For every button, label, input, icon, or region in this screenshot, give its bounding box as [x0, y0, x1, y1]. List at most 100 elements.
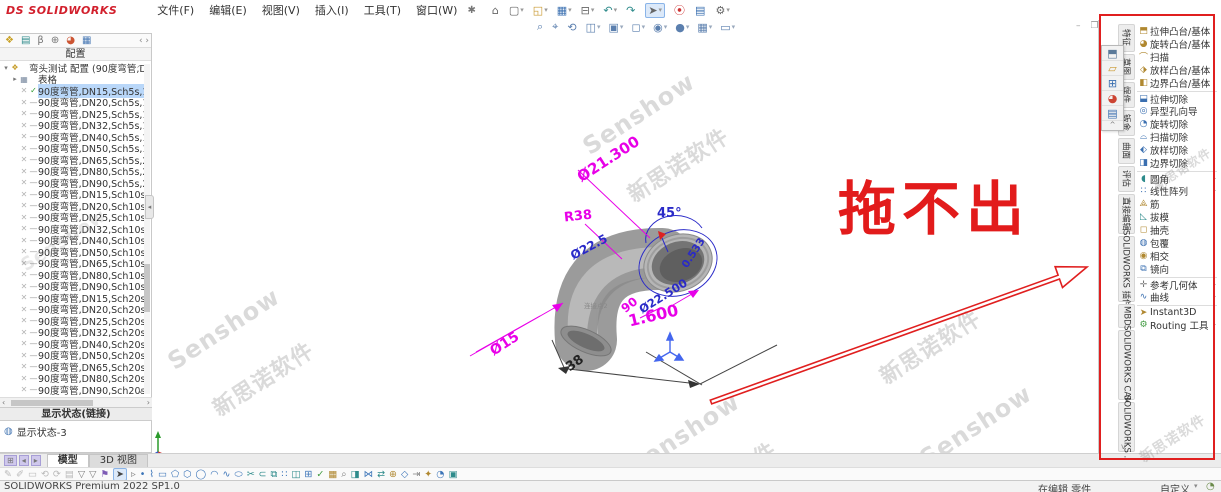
dimension-label[interactable]: 38: [563, 352, 586, 375]
featuremanager-tab-icon[interactable]: ❖: [5, 35, 14, 46]
toolbar-icon[interactable]: •: [140, 469, 146, 480]
command-item[interactable]: ◎ 异型孔向导: [1137, 104, 1217, 117]
graphics-area[interactable]: [0, 0, 1221, 492]
command-item[interactable]: ∷ 线性阵列 ▸: [1137, 184, 1217, 197]
tab-scroll-button[interactable]: ◂: [19, 455, 29, 466]
command-item[interactable]: ⧉ 镜向: [1137, 262, 1217, 275]
command-item[interactable]: ◍ 包覆: [1137, 236, 1217, 249]
tree-item[interactable]: ✕ — 90度弯管,DN90,Sch20s,4: [0, 384, 145, 396]
expander-icon[interactable]: ▾: [2, 64, 10, 72]
command-item[interactable]: ➤ Instant3D: [1137, 305, 1217, 318]
command-manager-tab[interactable]: 直接编辑: [1118, 194, 1135, 234]
command-item[interactable]: ◕ 旋转凸台/基体: [1137, 37, 1217, 50]
command-manager-tab[interactable]: 曲面: [1118, 138, 1135, 164]
scroll-right-icon[interactable]: ›: [147, 398, 150, 407]
caret-icon[interactable]: ▾: [544, 6, 548, 14]
toolbar-icon[interactable]: ◔: [436, 469, 444, 480]
toolbar-button[interactable]: ⊟▾: [581, 4, 595, 17]
command-item[interactable]: ⟁ 筋: [1137, 197, 1217, 210]
caret-icon[interactable]: ▾: [726, 6, 730, 14]
caret-icon[interactable]: ▾: [520, 6, 524, 14]
view-tool-button[interactable]: ⟲: [567, 21, 577, 34]
task-pane-tab-icon[interactable]: ▤: [1102, 106, 1123, 121]
command-item[interactable]: ⌓ 扫描切除: [1137, 130, 1217, 143]
toolbar-icon[interactable]: ⟳: [53, 469, 61, 480]
command-item[interactable]: ◉ 相交: [1137, 249, 1217, 262]
task-pane-tab-icon[interactable]: ▱: [1102, 61, 1123, 76]
view-tool-button[interactable]: ●▾: [675, 21, 689, 34]
toolbar-icon[interactable]: ◫: [291, 469, 300, 480]
toolbar-button[interactable]: ◱▾: [533, 4, 548, 17]
command-item[interactable]: ⬗ 放样凸台/基体: [1137, 63, 1217, 76]
flyout-arrow-icon[interactable]: ▸: [1213, 281, 1217, 288]
caret-icon[interactable]: ▾: [709, 23, 713, 31]
toolbar-icon[interactable]: ✂: [247, 469, 255, 480]
menu-item[interactable]: 视图(V): [262, 2, 300, 18]
toolbar-button[interactable]: ⚙▾: [715, 4, 729, 17]
doc-window-button[interactable]: –: [1076, 21, 1081, 31]
caret-icon[interactable]: ▾: [686, 23, 690, 31]
configurationmanager-tab-icon[interactable]: β: [37, 35, 43, 46]
view-tool-button[interactable]: ⌖: [552, 20, 559, 34]
command-item[interactable]: ◧ 边界凸台/基体: [1137, 76, 1217, 89]
toolbar-button[interactable]: ▤: [695, 4, 706, 17]
tree-horizontal-scrollbar[interactable]: ‹ ›: [0, 397, 152, 407]
toolbar-button[interactable]: ⌂: [492, 4, 500, 17]
caret-icon[interactable]: ▾: [732, 23, 736, 31]
toolbar-icon[interactable]: ⊂: [259, 469, 267, 480]
menu-item[interactable]: 工具(T): [364, 2, 401, 18]
view-tool-button[interactable]: ◉▾: [653, 21, 667, 34]
toolbar-icon[interactable]: ▭: [28, 469, 37, 480]
displaymanager-tab-icon[interactable]: ◕: [66, 35, 75, 46]
toolbar-icon[interactable]: ⧉: [271, 469, 278, 480]
toolbar-icon[interactable]: ◠: [210, 469, 218, 480]
toolbar-button[interactable]: ↶▾: [603, 4, 617, 17]
command-item[interactable]: ∿ 曲线 ▸: [1137, 290, 1217, 303]
toolbar-icon[interactable]: ➤: [113, 468, 127, 481]
menu-item[interactable]: 文件(F): [157, 2, 194, 18]
task-pane-tab-icon[interactable]: ⬒: [1102, 46, 1123, 61]
dimension-label[interactable]: 连接点2: [584, 300, 608, 310]
toolbar-icon[interactable]: ⬡: [183, 469, 191, 480]
command-item[interactable]: ✛ 参考几何体 ▸: [1137, 277, 1217, 290]
toolbar-icon[interactable]: ◯: [196, 469, 207, 480]
task-pane-tab-icon[interactable]: ◕: [1102, 91, 1123, 106]
command-item[interactable]: ◺ 拔模: [1137, 210, 1217, 223]
dimxpertmanager-tab-icon[interactable]: ⊕: [51, 35, 59, 46]
expander-icon[interactable]: ▸: [11, 75, 19, 83]
caret-icon[interactable]: ▾: [597, 23, 601, 31]
pin-icon[interactable]: ✱: [467, 5, 475, 16]
dimension-label[interactable]: Ø22.5: [568, 231, 610, 262]
task-pane-tab-icon[interactable]: ⊞: [1102, 76, 1123, 91]
custom-status-selector[interactable]: 自定义: [1160, 481, 1190, 492]
display-state-item[interactable]: ◍ 显示状态-3: [4, 424, 67, 439]
toolbar-button[interactable]: ↷: [626, 4, 636, 17]
flyout-arrow-icon[interactable]: ▸: [1213, 175, 1217, 182]
tabs-scroll-down-icon[interactable]: v: [1121, 442, 1126, 451]
toolbar-icon[interactable]: ✎: [4, 469, 12, 480]
toolbar-icon[interactable]: ▹: [131, 469, 136, 480]
tab-scroll-button[interactable]: ▸: [31, 455, 41, 466]
view-tool-button[interactable]: ◫▾: [586, 21, 601, 34]
toolbar-icon[interactable]: ⊞: [304, 469, 312, 480]
command-item[interactable]: ◔ 旋转切除: [1137, 117, 1217, 130]
view-tool-button[interactable]: ▣▾: [609, 21, 624, 34]
caret-icon[interactable]: ▾: [664, 23, 668, 31]
toolbar-icon[interactable]: ⌕: [341, 469, 346, 480]
command-item[interactable]: ⬓ 拉伸切除: [1137, 91, 1217, 104]
toolbar-icon[interactable]: ⬭: [234, 469, 242, 480]
caret-icon[interactable]: ▾: [1194, 482, 1198, 490]
toolbar-icon[interactable]: ▣: [449, 469, 458, 480]
cam-tab-icon[interactable]: ▦: [82, 35, 91, 46]
view-tool-button[interactable]: ⌕: [537, 20, 544, 34]
toolbar-icon[interactable]: ⇄: [377, 469, 385, 480]
command-manager-tab[interactable]: SOLIDWORKS CAM: [1118, 330, 1135, 400]
toolbar-icon[interactable]: ∿: [222, 469, 230, 480]
toolbar-icon[interactable]: ◨: [351, 469, 360, 480]
caret-icon[interactable]: ▾: [614, 6, 618, 14]
caret-icon[interactable]: ▾: [620, 23, 624, 31]
scrollbar-thumb[interactable]: [11, 400, 93, 406]
caret-icon[interactable]: ▾: [591, 6, 595, 14]
command-item[interactable]: ◻ 抽壳: [1137, 223, 1217, 236]
toolbar-icon[interactable]: ▦: [328, 469, 337, 480]
